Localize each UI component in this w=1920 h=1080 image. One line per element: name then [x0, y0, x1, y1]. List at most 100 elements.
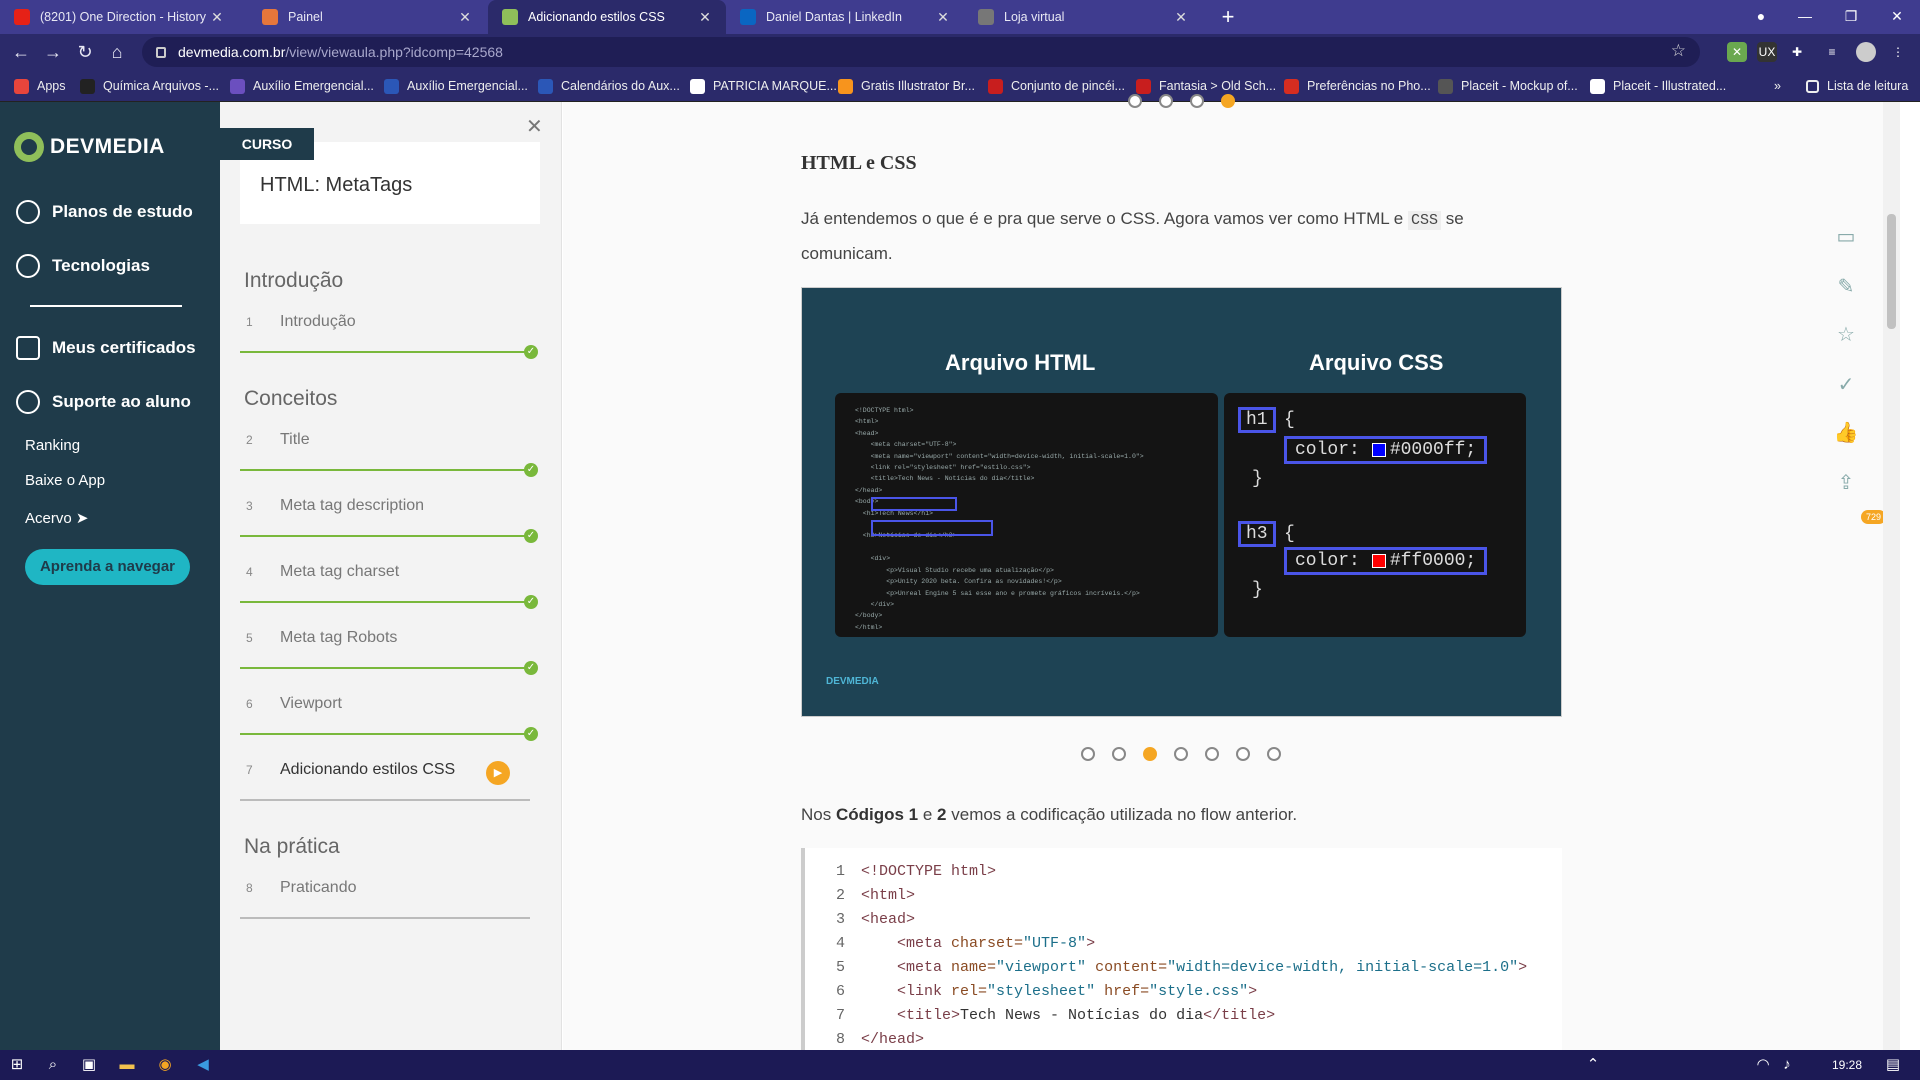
- sidebar-item-planos[interactable]: Planos de estudo: [16, 200, 193, 224]
- carousel-dot[interactable]: [1190, 94, 1204, 108]
- home-icon[interactable]: ⌂: [104, 40, 130, 64]
- bookmark-item[interactable]: Placeit - Mockup of...: [1438, 70, 1578, 102]
- code-token: >: [1518, 959, 1528, 976]
- notifications-icon[interactable]: ▤: [1882, 1054, 1904, 1076]
- sidebar-item-certificados[interactable]: Meus certificados: [16, 336, 196, 360]
- browser-tab[interactable]: Daniel Dantas | LinkedIn ✕: [726, 0, 964, 34]
- address-bar[interactable]: devmedia.com.br/view/viewaula.php?idcomp…: [142, 37, 1700, 67]
- minimize-icon[interactable]: —: [1782, 0, 1828, 34]
- vscode-icon[interactable]: ◀: [192, 1054, 214, 1076]
- extension-icon[interactable]: ✕: [1727, 42, 1747, 62]
- check-circle-icon[interactable]: ✓: [1833, 372, 1859, 398]
- bookmark-item[interactable]: Auxílio Emergencial...: [230, 70, 374, 102]
- restore-icon[interactable]: ❐: [1828, 0, 1874, 34]
- lesson-item[interactable]: 2 Title ✓: [240, 417, 540, 483]
- file-explorer-icon[interactable]: ▬: [116, 1054, 138, 1076]
- forward-icon[interactable]: →: [40, 40, 66, 64]
- tab-close-icon[interactable]: ✕: [208, 9, 226, 26]
- code-token: </head>: [861, 1031, 925, 1048]
- bookmark-item[interactable]: Auxílio Emergencial...: [384, 70, 528, 102]
- extension-ux-icon[interactable]: UX: [1757, 42, 1777, 62]
- profile-menu-icon[interactable]: ●: [1738, 0, 1784, 34]
- avatar[interactable]: [1856, 42, 1876, 62]
- carousel-dot[interactable]: [1128, 94, 1142, 108]
- bookmark-item[interactable]: Placeit - Illustrated...: [1590, 70, 1726, 102]
- dashboard-icon: [16, 200, 40, 224]
- windows-start-icon[interactable]: ⊞: [6, 1054, 28, 1076]
- system-clock[interactable]: 19:28: [1832, 1058, 1862, 1072]
- favorite-star-icon[interactable]: ☆: [1833, 322, 1859, 348]
- bookmark-favicon-icon: [384, 78, 399, 94]
- menu-dots-icon[interactable]: ⋮: [1888, 42, 1908, 62]
- tab-close-icon[interactable]: ✕: [456, 9, 474, 26]
- carousel-dot[interactable]: [1143, 747, 1157, 761]
- share-icon[interactable]: ⇪: [1833, 470, 1859, 496]
- search-icon[interactable]: ⌕: [42, 1054, 64, 1076]
- carousel-dot[interactable]: [1081, 747, 1095, 761]
- bookmark-item[interactable]: Calendários do Aux...: [538, 70, 680, 102]
- sidebar-link-ranking[interactable]: Ranking: [25, 437, 80, 454]
- carousel-dot[interactable]: [1159, 94, 1173, 108]
- sidebar-item-suporte[interactable]: Suporte ao aluno: [16, 390, 191, 414]
- media-control-icon[interactable]: ≡: [1822, 42, 1842, 62]
- devmedia-logo[interactable]: DEVMEDIA: [14, 132, 165, 162]
- carousel-dot[interactable]: [1205, 747, 1219, 761]
- close-window-icon[interactable]: ✕: [1874, 0, 1920, 34]
- lesson-item[interactable]: 8 Praticando: [240, 865, 540, 931]
- lesson-item[interactable]: 4 Meta tag charset ✓: [240, 549, 540, 615]
- carousel-dot[interactable]: [1174, 747, 1188, 761]
- scrollbar-thumb[interactable]: [1887, 214, 1896, 329]
- carousel-dot[interactable]: [1221, 94, 1235, 108]
- new-tab-button[interactable]: +: [1215, 4, 1241, 30]
- browser-tab[interactable]: (8201) One Direction - History (C ✕: [0, 0, 238, 34]
- browser-tab[interactable]: Loja virtual ✕: [964, 0, 1202, 34]
- reading-list-button[interactable]: Lista de leitura: [1806, 70, 1908, 102]
- lesson-progress-line: [240, 667, 530, 669]
- compass-icon: [16, 254, 40, 278]
- bookmark-item[interactable]: Preferências no Pho...: [1284, 70, 1431, 102]
- lesson-item[interactable]: 7 Adicionando estilos CSS ▶: [240, 747, 540, 813]
- logo-mark-icon: [14, 132, 44, 162]
- bookmark-star-icon[interactable]: ☆: [1671, 41, 1686, 61]
- tab-close-icon[interactable]: ✕: [934, 9, 952, 26]
- volume-icon[interactable]: ♪: [1776, 1054, 1798, 1076]
- back-icon[interactable]: ←: [8, 40, 34, 64]
- close-icon[interactable]: ✕: [526, 114, 543, 139]
- more-bookmarks-icon[interactable]: »: [1774, 70, 1781, 102]
- bookmark-item[interactable]: Gratis Illustrator Br...: [838, 70, 975, 102]
- check-icon: ✓: [524, 727, 538, 741]
- scrollbar[interactable]: [1883, 102, 1900, 1050]
- task-view-icon[interactable]: ▣: [78, 1054, 100, 1076]
- sidebar-link-app[interactable]: Baixe o App: [25, 472, 105, 489]
- lesson-item[interactable]: 1 Introdução ✓: [240, 299, 540, 365]
- carousel-dot[interactable]: [1236, 747, 1250, 761]
- lesson-item[interactable]: 3 Meta tag description ✓: [240, 483, 540, 549]
- bookmark-item[interactable]: PATRICIA MARQUE...: [690, 70, 837, 102]
- notes-icon[interactable]: ✎: [1833, 274, 1859, 300]
- reload-icon[interactable]: ↻: [72, 40, 98, 64]
- lesson-item[interactable]: 5 Meta tag Robots ✓: [240, 615, 540, 681]
- sidebar-link-acervo[interactable]: Acervo ➤: [25, 509, 88, 527]
- play-icon[interactable]: ▶: [486, 761, 510, 785]
- thumbs-up-icon[interactable]: 👍: [1833, 420, 1859, 446]
- tab-close-icon[interactable]: ✕: [696, 9, 714, 26]
- code-token: content=: [1086, 959, 1168, 976]
- extensions-puzzle-icon[interactable]: ✚: [1787, 42, 1807, 62]
- wifi-icon[interactable]: ◠: [1752, 1054, 1774, 1076]
- bookmark-item[interactable]: Conjunto de pincéi...: [988, 70, 1125, 102]
- lock-icon: [156, 46, 166, 58]
- browser-tab[interactable]: Painel ✕: [248, 0, 486, 34]
- bookmark-item[interactable]: Química Arquivos -...: [80, 70, 219, 102]
- chrome-icon[interactable]: ◉: [154, 1054, 176, 1076]
- para-bold: Códigos 1: [835, 805, 919, 824]
- sidebar-item-tecnologias[interactable]: Tecnologias: [16, 254, 150, 278]
- comment-icon[interactable]: ▭: [1833, 224, 1859, 250]
- lesson-item[interactable]: 6 Viewport ✓: [240, 681, 540, 747]
- bookmark-item[interactable]: Apps: [14, 70, 66, 102]
- tray-chevron-icon[interactable]: ⌃: [1582, 1054, 1604, 1076]
- carousel-dot[interactable]: [1267, 747, 1281, 761]
- carousel-dot[interactable]: [1112, 747, 1126, 761]
- learn-navigation-button[interactable]: Aprenda a navegar: [25, 549, 190, 585]
- tab-close-icon[interactable]: ✕: [1172, 9, 1190, 26]
- browser-tab[interactable]: Adicionando estilos CSS ✕: [488, 0, 726, 34]
